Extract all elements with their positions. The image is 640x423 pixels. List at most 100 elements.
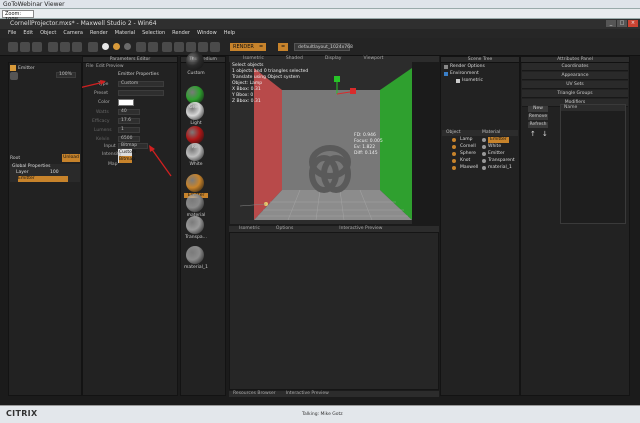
window-buttons: _ □ × [606,20,638,27]
redo-icon[interactable] [72,42,82,52]
watts-label: Watts [96,110,109,115]
undo-icon[interactable] [60,42,70,52]
gray-sphere-icon[interactable] [124,43,131,50]
material-label[interactable]: White [184,162,208,167]
menu-object[interactable]: Object [40,30,56,37]
move-up-icon[interactable]: ↑ [530,130,536,138]
attr-appearance[interactable]: Appearance [522,72,628,80]
camera-icon[interactable] [136,42,146,52]
object-bulb-icon [452,159,456,163]
maximize-button[interactable]: □ [617,20,627,27]
properties-panel-title: Parameters Editor [83,57,177,63]
unload-button[interactable]: Unload [62,154,80,162]
rotate-icon[interactable] [174,42,184,52]
menu-render[interactable]: Render [90,30,108,37]
move-down-icon[interactable]: ↓ [542,130,548,138]
settings-icon[interactable] [148,42,158,52]
zoom-select[interactable]: Zoom: 100% [2,10,34,23]
new-file-icon[interactable] [8,42,18,52]
close-button[interactable]: × [628,20,638,27]
object-bulb-icon [452,166,456,170]
pivot-icon[interactable] [198,42,208,52]
material-swatch[interactable] [186,126,204,144]
watts-field[interactable]: 40 [118,109,140,115]
snap-icon[interactable] [210,42,220,52]
minimize-button[interactable]: _ [606,20,616,27]
lumens-field[interactable]: 1 [118,127,140,133]
save-file-icon[interactable] [32,42,42,52]
material-label[interactable]: Transpa... [184,235,208,240]
tree-isometric[interactable]: Isometric [462,78,483,84]
prop-tab-file[interactable]: File [86,64,94,69]
material-swatch[interactable] [186,174,204,192]
object-icon[interactable] [88,42,98,52]
viewport-stat-line: Diff: 0.145 [354,151,378,156]
dropdown-option-bitmap[interactable]: Bitmap [119,156,135,163]
object-row-name[interactable]: Cornell [460,144,476,150]
move-icon[interactable] [162,42,172,52]
type-select[interactable]: Custom [118,81,164,87]
menu-edit[interactable]: Edit [23,30,33,37]
efficacy-field[interactable]: 17.6 [118,118,140,124]
preset-select[interactable] [118,90,164,96]
prop-zoom-field[interactable]: 100% [56,72,76,78]
menu-render-2[interactable]: Render [172,30,190,37]
material-swatch[interactable] [186,143,204,161]
prop-tab-preview[interactable]: Preview [106,64,124,69]
main-toolbar: RENDER = = defaultlayout_1024x768 [0,38,640,56]
menu-window[interactable]: Window [197,30,217,37]
object-row-material[interactable]: Transparent [488,158,515,164]
material-swatch[interactable] [186,246,204,264]
layer-row-emitter[interactable]: Emitter [18,176,68,182]
material-swatch[interactable] [186,194,204,212]
uv-list: Name [560,104,626,224]
tab-resources-browser[interactable]: Resources Browser [233,391,276,397]
material-swatch[interactable] [186,52,204,70]
material-label[interactable]: material_1 [184,265,208,270]
uv-new-button[interactable]: New [528,106,548,112]
tree-environment[interactable]: Environment [450,71,479,77]
tree-render-options[interactable]: Render Options [450,64,485,70]
material-label[interactable]: Custom [184,71,208,76]
emitter-sphere-icon[interactable] [113,43,120,50]
object-row-material[interactable]: White [488,144,501,150]
object-row-name[interactable]: Sphere [460,151,476,157]
material-swatch[interactable] [186,216,204,234]
color-swatch[interactable] [118,99,134,106]
material-swatch[interactable] [186,102,204,120]
sphere-icon[interactable] [102,43,109,50]
open-file-icon[interactable] [20,42,30,52]
attr-uv-sets[interactable]: UV Sets [522,81,628,89]
render-button[interactable]: RENDER [230,43,257,51]
attr-triangle-groups[interactable]: Triangle Groups [522,90,628,98]
environment-icon [444,72,448,76]
uv-refresh-button[interactable]: Refresh [528,122,548,128]
render-option-button[interactable]: = [256,43,267,51]
layers-list: Global Properties Layer 100 Emitter [10,164,80,182]
menu-file[interactable]: File [8,30,16,37]
import-icon[interactable] [48,42,58,52]
layout-field[interactable]: defaultlayout_1024x768 [294,43,353,51]
attr-coordinates[interactable]: Coordinates [522,63,628,71]
kelvin-field[interactable]: 6500 [118,136,140,142]
menu-help[interactable]: Help [224,30,235,37]
layer-value: 100 [49,170,59,175]
uv-remove-button[interactable]: Remove [528,114,548,120]
scene-tree-title: Scene Tree [441,57,519,63]
left-object-panel [8,62,82,396]
menu-material[interactable]: Material [115,30,135,37]
render-option-button-2[interactable]: = [278,43,289,51]
object-row-material[interactable]: material_1 [488,165,512,171]
menu-selection[interactable]: Selection [142,30,165,37]
scale-icon[interactable] [186,42,196,52]
efficacy-label: Efficacy [92,119,110,124]
tab-interactive-preview[interactable]: Interactive Preview [286,391,329,397]
menu-camera[interactable]: Camera [63,30,83,37]
menu-bar: File Edit Object Camera Render Material … [0,29,640,38]
object-row-material[interactable]: Emitter [488,137,509,143]
prop-tab-edit[interactable]: Edit [96,64,105,69]
object-row-material[interactable]: Emitter [488,151,505,157]
object-row-name[interactable]: Lamp [460,137,473,143]
object-row-name[interactable]: Knot [460,158,470,164]
object-row-name[interactable]: Maxwell [460,165,478,171]
